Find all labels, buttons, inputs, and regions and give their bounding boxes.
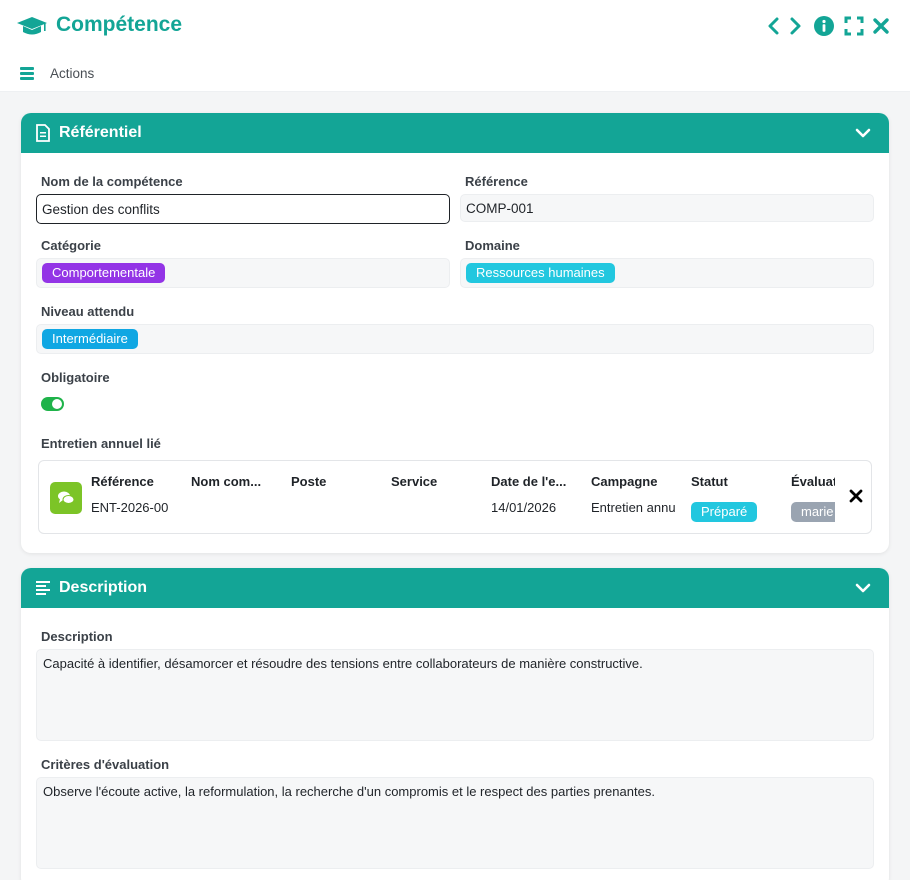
- mandatory-toggle[interactable]: [41, 397, 64, 411]
- mandatory-label: Obligatoire: [41, 370, 110, 385]
- chevron-left-icon: [768, 17, 779, 35]
- close-button[interactable]: [870, 14, 892, 38]
- cell-date: 14/01/2026: [491, 500, 557, 515]
- evaluator-chip: marie: [791, 502, 835, 522]
- reference-field[interactable]: COMP-001: [460, 194, 874, 222]
- chevron-down-icon[interactable]: [855, 125, 871, 141]
- domain-label: Domaine: [465, 238, 520, 253]
- linked-record-icon: [50, 482, 82, 514]
- level-chip: Intermédiaire: [42, 329, 138, 349]
- domain-field[interactable]: Ressources humaines: [460, 258, 874, 288]
- align-left-icon: [36, 581, 50, 595]
- status-chip: Préparé: [691, 502, 758, 522]
- menu-icon[interactable]: [20, 67, 34, 80]
- graduation-cap-icon: [17, 17, 47, 35]
- name-label: Nom de la compétence: [41, 174, 183, 189]
- chevron-right-icon: [790, 17, 801, 35]
- cell-evaluateur: marie: [791, 502, 835, 522]
- previous-button[interactable]: [762, 14, 784, 38]
- criteria-label: Critères d'évaluation: [41, 757, 170, 772]
- category-label: Catégorie: [41, 238, 101, 253]
- referentiel-header[interactable]: Référentiel: [21, 113, 889, 153]
- chat-icon: [58, 491, 75, 504]
- info-button[interactable]: [813, 14, 835, 38]
- cell-statut: Préparé: [691, 502, 777, 522]
- expand-icon: [844, 16, 864, 36]
- col-header-campagne: Campagne: [591, 474, 658, 489]
- description-header[interactable]: Description: [21, 568, 889, 608]
- col-header-date: Date de l'e...: [491, 474, 567, 489]
- expand-button[interactable]: [843, 14, 865, 38]
- category-chip: Comportementale: [42, 263, 166, 283]
- criteria-textarea[interactable]: Observe l'écoute active, la reformulatio…: [36, 777, 874, 869]
- domain-chip: Ressources humaines: [466, 263, 615, 283]
- actions-menu[interactable]: Actions: [50, 66, 94, 81]
- next-button[interactable]: [785, 14, 807, 38]
- cell-campagne: Entretien annu: [591, 500, 676, 515]
- category-field[interactable]: Comportementale: [36, 258, 450, 288]
- col-header-service: Service: [391, 474, 438, 489]
- col-header-name: Nom com...: [191, 474, 262, 489]
- col-header-evaluateur: Évaluat: [791, 474, 835, 489]
- referentiel-title: Référentiel: [59, 124, 142, 141]
- cell-reference: ENT-2026-00: [91, 500, 169, 515]
- page-title: Compétence: [56, 13, 183, 36]
- toggle-knob: [52, 399, 62, 409]
- name-field[interactable]: Gestion des conflits: [36, 194, 450, 224]
- window-header: Compétence Actions: [0, 0, 910, 92]
- info-icon: [814, 16, 834, 36]
- col-header-reference: Référence: [91, 474, 154, 489]
- description-title: Description: [59, 579, 148, 596]
- document-icon: [36, 124, 50, 142]
- level-label: Niveau attendu: [41, 304, 135, 319]
- close-icon: [873, 18, 889, 34]
- linked-label: Entretien annuel lié: [41, 436, 161, 451]
- reference-value: COMP-001: [466, 200, 534, 216]
- chevron-down-icon[interactable]: [855, 580, 871, 596]
- desc-label: Description: [41, 629, 113, 644]
- desc-textarea[interactable]: Capacité à identifier, désamorcer et rés…: [36, 649, 874, 741]
- col-header-statut: Statut: [691, 474, 728, 489]
- name-value: Gestion des conflits: [42, 201, 160, 217]
- linked-interview-row[interactable]: Référence Nom com... Poste Service Date …: [38, 460, 872, 534]
- level-field[interactable]: Intermédiaire: [36, 324, 874, 354]
- remove-link-icon[interactable]: [849, 489, 863, 503]
- reference-label: Référence: [465, 174, 528, 189]
- col-header-poste: Poste: [291, 474, 327, 489]
